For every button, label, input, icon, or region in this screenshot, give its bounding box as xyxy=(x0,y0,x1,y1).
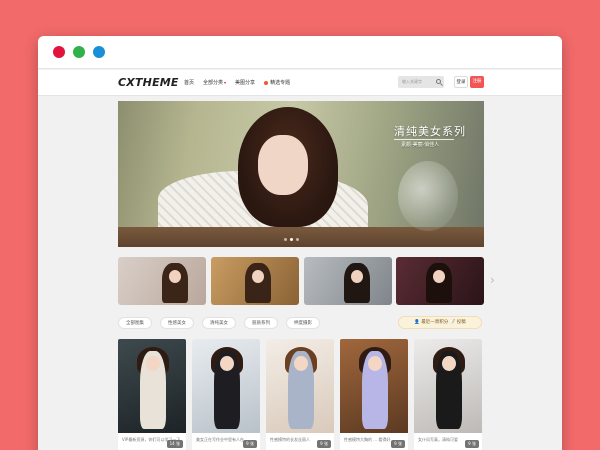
gallery-card[interactable]: 9 张 女仆风写真，清纯可爱 xyxy=(414,339,482,450)
banner-title: 清纯美女系列 xyxy=(394,125,466,138)
thumb-figure xyxy=(162,263,188,303)
thumb-figure xyxy=(426,263,452,303)
card-caption[interactable]: 美女正在写作业中里有人在 xyxy=(196,437,256,443)
tag-list: 全部图集 性感美女 清纯美女 丽质系列 绅度摄影 xyxy=(118,317,320,329)
banner-figure-face xyxy=(258,135,308,195)
carousel-thumb[interactable] xyxy=(211,257,299,305)
card-figure xyxy=(140,351,166,429)
tag-chip[interactable]: 丽质系列 xyxy=(244,317,278,329)
nav-item-categories-label: 全部分类 xyxy=(203,80,224,86)
register-button[interactable]: 注册 xyxy=(470,76,484,88)
card-caption[interactable]: 女仆风写真，清纯可爱 xyxy=(418,437,478,443)
thumb-figure xyxy=(245,263,271,303)
card-figure xyxy=(436,351,462,429)
card-figure xyxy=(214,351,240,429)
gallery-card[interactable]: 14 张 VIP最新资源，你们可以学习一下 xyxy=(118,339,186,450)
card-image xyxy=(118,339,186,433)
carousel-thumb[interactable] xyxy=(304,257,392,305)
tag-chip[interactable]: 性感美女 xyxy=(160,317,194,329)
nav-item-home[interactable]: 首页 xyxy=(184,79,194,86)
card-caption[interactable]: VIP最新资源，你们可以学习一下 xyxy=(122,437,182,443)
card-figure xyxy=(362,351,388,429)
card-image xyxy=(192,339,260,433)
gallery-card[interactable]: 9 张 美女正在写作业中里有人在 xyxy=(192,339,260,450)
gallery-card[interactable]: 9 张 性感模特大胸的 ... 看得好 xyxy=(340,339,408,450)
gallery-card[interactable]: 9 张 性感模特的长发丝丽人 xyxy=(266,339,334,450)
thumbnail-carousel xyxy=(118,257,484,305)
search-input[interactable]: 输入关键字 xyxy=(398,76,444,88)
card-caption[interactable]: 性感模特的长发丝丽人 xyxy=(270,437,330,443)
banner-subtitle: 素颜·美丽·俏佳人 xyxy=(401,142,440,148)
search-placeholder: 输入关键字 xyxy=(402,79,422,84)
banner-pagination xyxy=(284,238,299,241)
carousel-thumb[interactable] xyxy=(396,257,484,305)
nav-item-gallery[interactable]: 美图分享 xyxy=(235,79,255,86)
main-menu: 首页 全部分类▾ 美图分享 精选专题 xyxy=(184,79,290,86)
tag-chip[interactable]: 绅度摄影 xyxy=(286,317,320,329)
image-grid: 14 张 VIP最新资源，你们可以学习一下 9 张 美女正在写作业中里有人在 9… xyxy=(118,339,484,450)
page-viewport: CXTHEME 首页 全部分类▾ 美图分享 精选专题 输入关键字 登录 注册 清… xyxy=(38,36,562,450)
card-image xyxy=(414,339,482,433)
banner-glass-jar xyxy=(398,161,458,231)
banner-dot[interactable] xyxy=(284,238,287,241)
banner-dot-active[interactable] xyxy=(290,238,293,241)
nav-item-categories[interactable]: 全部分类▾ xyxy=(203,79,226,86)
notice-pill[interactable]: 👤 最近一周积分 📝 投稿 xyxy=(398,316,482,329)
site-logo[interactable]: CXTHEME xyxy=(118,76,179,89)
card-image xyxy=(340,339,408,433)
search-icon[interactable] xyxy=(436,79,441,84)
carousel-thumb[interactable] xyxy=(118,257,206,305)
chevron-right-icon[interactable]: › xyxy=(490,273,495,287)
card-figure xyxy=(288,351,314,429)
banner-divider xyxy=(394,139,454,140)
hero-banner[interactable]: 清纯美女系列 素颜·美丽·俏佳人 xyxy=(118,101,484,247)
tag-chip[interactable]: 全部图集 xyxy=(118,317,152,329)
thumb-figure xyxy=(344,263,370,303)
tag-chip[interactable]: 清纯美女 xyxy=(202,317,236,329)
card-caption[interactable]: 性感模特大胸的 ... 看得好 xyxy=(344,437,404,443)
chevron-down-icon: ▾ xyxy=(224,80,227,85)
nav-item-topics[interactable]: 精选专题 xyxy=(264,79,290,86)
login-button[interactable]: 登录 xyxy=(454,76,468,88)
top-navigation: CXTHEME 首页 全部分类▾ 美图分享 精选专题 输入关键字 登录 注册 xyxy=(38,70,562,96)
banner-dot[interactable] xyxy=(296,238,299,241)
card-image xyxy=(266,339,334,433)
